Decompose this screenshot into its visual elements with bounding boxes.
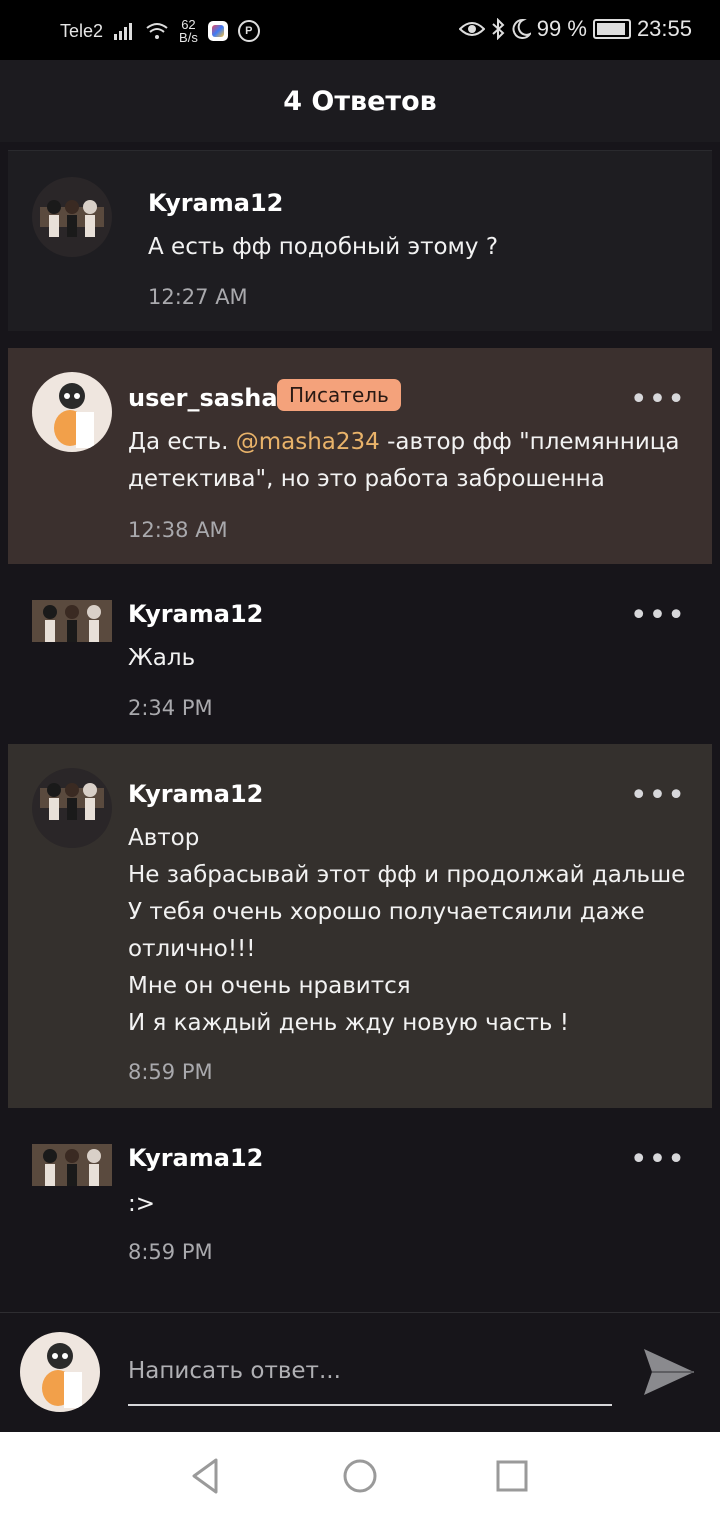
more-options-icon[interactable]: ••• — [630, 382, 686, 417]
clock: 23:55 — [636, 16, 692, 41]
user-mention-link[interactable]: @masha234 — [236, 429, 380, 455]
comment-card: Kyrama12 ••• Автор Не забрасывай этот фф… — [8, 744, 712, 1108]
app-notification-icon — [207, 21, 228, 41]
home-icon[interactable] — [336, 1452, 384, 1500]
more-options-icon[interactable]: ••• — [630, 598, 686, 633]
username[interactable]: Kyrama12 — [128, 600, 263, 628]
current-user-avatar — [20, 1332, 100, 1412]
network-speed: 62 B/s — [179, 17, 198, 45]
comment-card: user_sasha Писатель ••• Да есть. @masha2… — [8, 348, 712, 564]
writer-badge: Писатель — [277, 379, 401, 411]
bluetooth-icon — [492, 18, 505, 40]
username[interactable]: user_sasha — [128, 384, 278, 412]
comment-text: Жаль — [128, 645, 196, 671]
wifi-icon — [146, 23, 168, 39]
username[interactable]: Kyrama12 — [128, 1144, 263, 1172]
recents-icon[interactable] — [488, 1452, 536, 1500]
avatar[interactable] — [32, 1144, 112, 1186]
comment-text: Автор Не забрасывай этот фф и продолжай … — [128, 825, 686, 1036]
timestamp: 12:27 AM — [148, 285, 248, 309]
page-title: 4 Ответов — [283, 85, 437, 117]
comment-text: :> — [128, 1191, 156, 1217]
avatar[interactable] — [32, 177, 112, 257]
moon-icon — [512, 18, 531, 39]
comment-text: А есть фф подобный этому ? — [148, 234, 499, 260]
battery-icon — [592, 19, 631, 39]
pinterest-icon: P — [237, 20, 260, 42]
comment-card: Kyrama12 ••• Жаль 2:34 PM — [8, 564, 712, 744]
comment-text-part: Да есть. — [128, 429, 236, 455]
system-navigation-bar — [0, 1432, 720, 1520]
send-icon[interactable] — [640, 1343, 698, 1401]
signal-icon — [114, 23, 133, 40]
avatar[interactable] — [32, 600, 112, 642]
timestamp: 12:38 AM — [128, 518, 228, 542]
comment-card: Kyrama12 А есть фф подобный этому ? 12:2… — [8, 150, 712, 331]
replies-header: 4 Ответов — [0, 60, 720, 142]
comment-card: Kyrama12 ••• :> 8:59 PM — [8, 1108, 712, 1312]
timestamp: 2:34 PM — [128, 696, 213, 720]
avatar[interactable] — [32, 372, 112, 452]
eye-icon — [458, 22, 485, 36]
timestamp: 8:59 PM — [128, 1240, 213, 1264]
timestamp: 8:59 PM — [128, 1060, 213, 1084]
more-options-icon[interactable]: ••• — [630, 1142, 686, 1177]
carrier-label: Tele2 — [60, 20, 104, 41]
comment-text: Да есть. @masha234 -автор фф "племянница… — [128, 424, 688, 498]
avatar[interactable] — [32, 768, 112, 848]
reply-input[interactable]: Написать ответ... — [128, 1346, 612, 1406]
back-icon[interactable] — [182, 1452, 230, 1500]
username[interactable]: Kyrama12 — [128, 780, 263, 808]
battery-percent: 99 % — [536, 16, 587, 41]
status-bar: Tele2 62 B/s P 99 % 23:55 — [0, 0, 720, 60]
username[interactable]: Kyrama12 — [148, 189, 283, 217]
more-options-icon[interactable]: ••• — [630, 778, 686, 813]
